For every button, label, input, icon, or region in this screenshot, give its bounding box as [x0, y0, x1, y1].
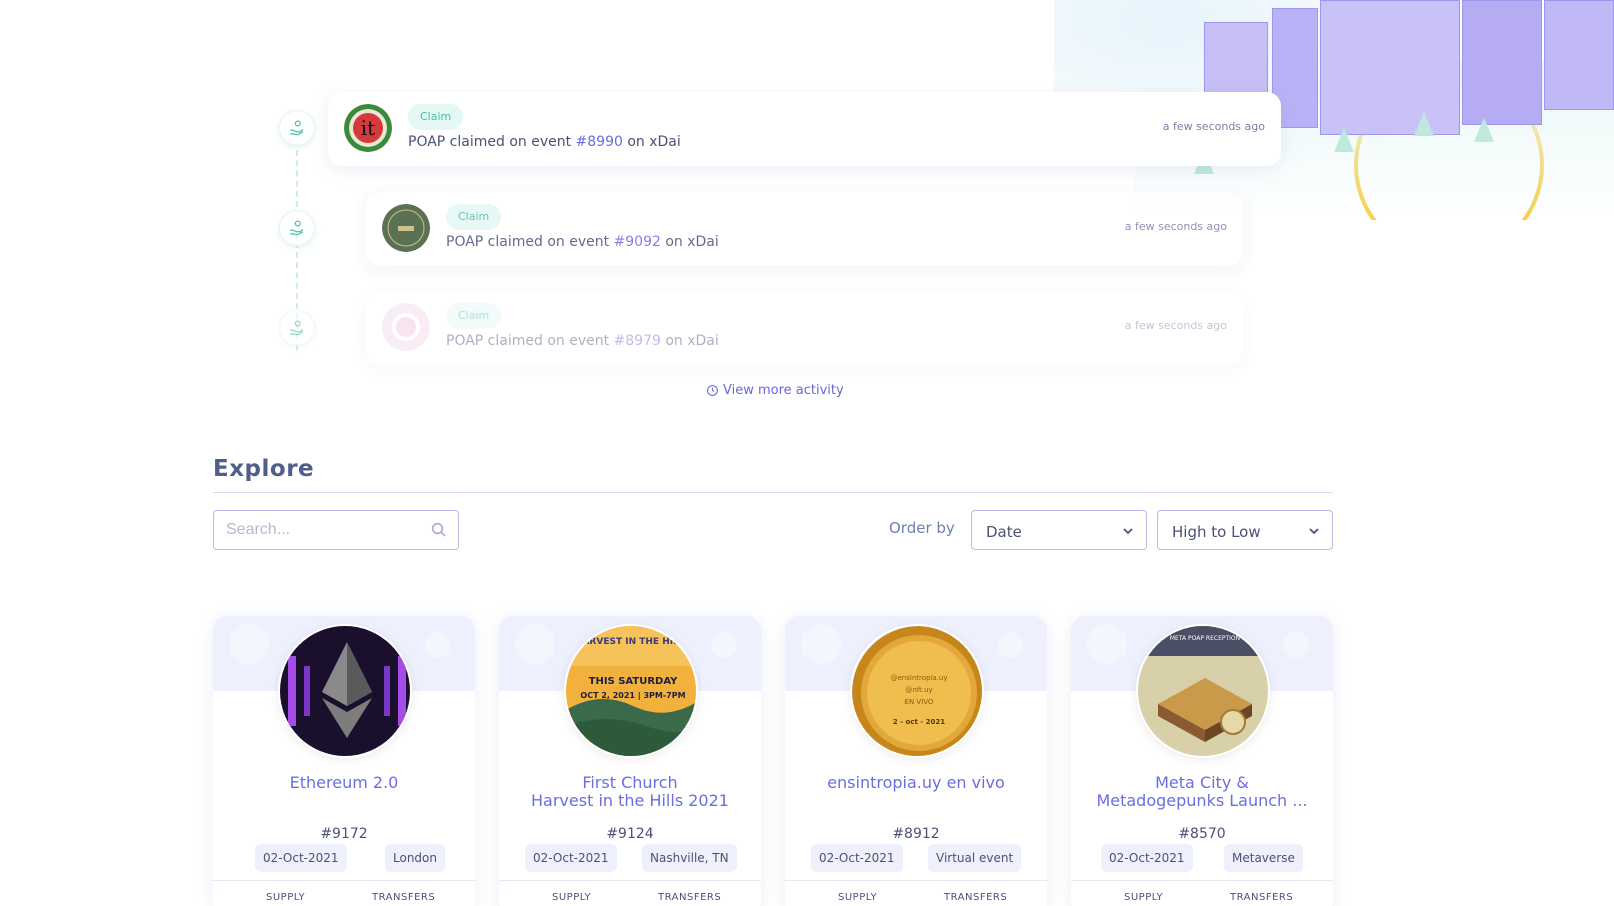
- view-more-activity-link[interactable]: View more activity: [706, 383, 844, 398]
- poap-avatar: [382, 303, 430, 351]
- order-field-select[interactable]: Date: [971, 510, 1147, 550]
- claim-badge: Claim: [446, 303, 502, 329]
- poap-avatar: it: [344, 104, 392, 152]
- event-location-tag: Nashville, TN: [642, 844, 737, 872]
- event-link[interactable]: #8979: [614, 333, 661, 349]
- event-image: @ensintropia.uy @nft.uy EN VIVO 2 - oct …: [850, 624, 984, 758]
- transfers-label: TRANSFERS: [372, 892, 436, 903]
- event-date-tag: 02-Oct-2021: [525, 844, 617, 872]
- divider: [1071, 880, 1333, 881]
- event-title[interactable]: Ethereum 2.0: [223, 774, 465, 792]
- order-by-label: Order by: [889, 519, 955, 537]
- event-id: #9172: [320, 826, 368, 842]
- search-input[interactable]: [226, 511, 426, 549]
- svg-text:THIS SATURDAY: THIS SATURDAY: [589, 676, 678, 687]
- event-date-tag: 02-Oct-2021: [255, 844, 347, 872]
- order-direction-select[interactable]: High to Low: [1157, 510, 1333, 550]
- event-date-tag: 02-Oct-2021: [811, 844, 903, 872]
- activity-time: a few seconds ago: [1162, 120, 1265, 133]
- tree: [1474, 118, 1494, 142]
- activity-time: a few seconds ago: [1124, 319, 1227, 332]
- event-title[interactable]: First Church Harvest in the Hills 2021: [509, 774, 751, 810]
- activity-text: POAP claimed on event #8990 on xDai: [408, 134, 681, 150]
- event-id: #9124: [606, 826, 654, 842]
- transfers-label: TRANSFERS: [658, 892, 722, 903]
- tree: [1334, 128, 1354, 152]
- activity-text: POAP claimed on event #8979 on xDai: [446, 333, 719, 349]
- supply-label: SUPPLY: [552, 892, 592, 903]
- event-link[interactable]: #8990: [576, 134, 623, 150]
- activity-item[interactable]: it Claim POAP claimed on event #8990 on …: [328, 92, 1281, 166]
- event-card[interactable]: Ethereum 2.0 #9172 02-Oct-2021 London SU…: [213, 616, 475, 906]
- explore-title: Explore: [213, 456, 315, 482]
- building: [1320, 0, 1460, 135]
- svg-text:@nft.uy: @nft.uy: [905, 686, 932, 694]
- supply-label: SUPPLY: [1124, 892, 1164, 903]
- chevron-down-icon: [1123, 528, 1133, 535]
- claim-hand-icon: [279, 310, 315, 346]
- claim-badge: Claim: [408, 104, 464, 130]
- event-date-tag: 02-Oct-2021: [1101, 844, 1193, 872]
- svg-text:it: it: [361, 116, 375, 140]
- order-field-value: Date: [986, 523, 1022, 541]
- svg-text:OCT 2, 2021 | 3PM-7PM: OCT 2, 2021 | 3PM-7PM: [580, 691, 685, 700]
- event-link[interactable]: #9092: [614, 234, 661, 250]
- svg-text:HARVEST IN THE HILLS: HARVEST IN THE HILLS: [575, 637, 691, 647]
- svg-text:META POAP RECEPTION: META POAP RECEPTION: [1170, 635, 1240, 642]
- poap-avatar: [382, 204, 430, 252]
- divider: [499, 880, 761, 881]
- divider: [785, 880, 1047, 881]
- event-image: META POAP RECEPTION: [1136, 624, 1270, 758]
- view-more-label: View more activity: [723, 383, 844, 398]
- building: [1544, 0, 1614, 110]
- claim-hand-icon: [279, 110, 315, 146]
- chevron-down-icon: [1309, 528, 1319, 535]
- svg-text:EN VIVO: EN VIVO: [905, 698, 934, 706]
- supply-label: SUPPLY: [838, 892, 878, 903]
- activity-item[interactable]: Claim POAP claimed on event #9092 on xDa…: [366, 192, 1243, 266]
- transfers-label: TRANSFERS: [1230, 892, 1294, 903]
- transfers-label: TRANSFERS: [944, 892, 1008, 903]
- building: [1462, 0, 1542, 125]
- claim-hand-icon: [279, 210, 315, 246]
- event-card[interactable]: META POAP RECEPTION Meta City & Metadoge…: [1071, 616, 1333, 906]
- event-image: [278, 624, 412, 758]
- event-title[interactable]: ensintropia.uy en vivo: [795, 774, 1037, 792]
- activity-item[interactable]: Claim POAP claimed on event #8979 on xDa…: [366, 291, 1243, 365]
- supply-label: SUPPLY: [266, 892, 306, 903]
- svg-text:2 - oct - 2021: 2 - oct - 2021: [893, 718, 945, 726]
- event-card[interactable]: HARVEST IN THE HILLS THIS SATURDAY OCT 2…: [499, 616, 761, 906]
- search-box: [213, 510, 459, 550]
- divider: [213, 880, 475, 881]
- clock-icon: [707, 385, 718, 396]
- search-icon[interactable]: [430, 521, 448, 539]
- event-location-tag: Metaverse: [1224, 844, 1303, 872]
- event-image: HARVEST IN THE HILLS THIS SATURDAY OCT 2…: [564, 624, 698, 758]
- event-location-tag: Virtual event: [928, 844, 1022, 872]
- event-card[interactable]: @ensintropia.uy @nft.uy EN VIVO 2 - oct …: [785, 616, 1047, 906]
- svg-text:@ensintropia.uy: @ensintropia.uy: [890, 674, 947, 682]
- tree: [1414, 112, 1434, 136]
- event-id: #8912: [892, 826, 940, 842]
- event-id: #8570: [1178, 826, 1226, 842]
- order-direction-value: High to Low: [1172, 523, 1261, 541]
- event-location-tag: London: [385, 844, 445, 872]
- claim-badge: Claim: [446, 204, 502, 230]
- divider: [213, 492, 1333, 493]
- event-title[interactable]: Meta City & Metadogepunks Launch ...: [1081, 774, 1323, 810]
- activity-time: a few seconds ago: [1124, 220, 1227, 233]
- activity-text: POAP claimed on event #9092 on xDai: [446, 234, 719, 250]
